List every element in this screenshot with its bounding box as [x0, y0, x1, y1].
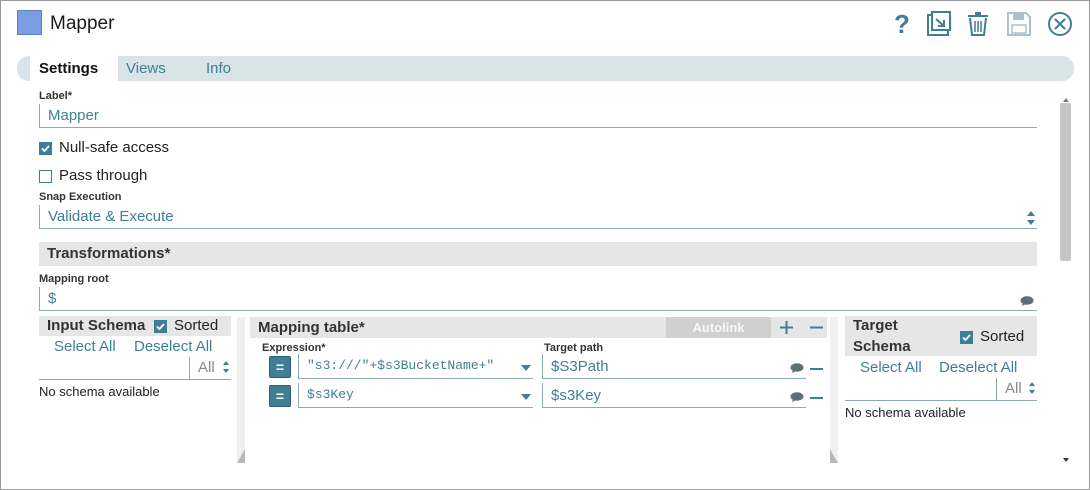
input-sorted-label: Sorted — [174, 317, 219, 334]
export-icon[interactable] — [925, 9, 953, 39]
input-select-all-link[interactable]: Select All — [54, 338, 116, 355]
label-input[interactable]: Mapper — [39, 104, 1037, 128]
expression-header: Expression* — [262, 342, 326, 354]
pass-through-label: Pass through — [59, 167, 148, 184]
add-row-icon[interactable] — [779, 317, 794, 342]
resize-corner-icon — [237, 449, 245, 468]
input-schema-empty: No schema available — [39, 384, 160, 399]
target-select-all-link[interactable]: Select All — [860, 359, 922, 376]
sort-arrows-icon — [1026, 210, 1036, 231]
target-schema-empty: No schema available — [845, 405, 966, 420]
mapper-snap-icon — [17, 10, 42, 35]
remove-all-icon[interactable] — [809, 317, 824, 342]
target-sorted-label: Sorted — [980, 328, 1025, 345]
autolink-button[interactable]: Autolink — [666, 317, 771, 338]
scroll-down-icon[interactable] — [1062, 450, 1070, 468]
transformations-header: Transformations* — [39, 242, 1037, 266]
close-icon[interactable] — [1046, 9, 1074, 39]
input-schema-filter[interactable]: All — [189, 357, 231, 380]
filter-arrows-icon — [1029, 382, 1035, 394]
label-field-title: Label* — [39, 90, 73, 102]
save-icon[interactable] — [1005, 9, 1033, 39]
mapping-root-title: Mapping root — [39, 273, 109, 285]
comment-icon[interactable] — [790, 389, 804, 407]
snap-execution-title: Snap Execution — [39, 191, 122, 203]
dialog-title: Mapper — [50, 13, 115, 34]
tab-info[interactable]: Info — [206, 56, 231, 81]
target-path-header: Target path — [544, 342, 604, 354]
right-splitter[interactable] — [830, 317, 838, 463]
input-filter-value: All — [198, 359, 215, 376]
help-icon[interactable]: ? — [887, 9, 915, 39]
target-path-input[interactable]: $S3Path — [542, 354, 806, 379]
resize-corner-icon — [830, 449, 838, 468]
target-schema-title-line2: Schema — [853, 338, 911, 355]
snap-execution-value: Validate & Execute — [48, 208, 174, 225]
target-schema-search[interactable] — [845, 378, 996, 401]
remove-row-icon[interactable] — [809, 390, 824, 408]
dropdown-arrow-icon[interactable] — [521, 394, 531, 400]
comment-icon[interactable] — [790, 360, 804, 378]
remove-row-icon[interactable] — [809, 361, 824, 379]
expression-input[interactable]: "s3:///"+$s3BucketName+" — [298, 354, 533, 379]
input-schema-title: Input Schema — [47, 317, 146, 334]
pass-through-checkbox[interactable] — [39, 170, 52, 183]
left-splitter[interactable] — [237, 317, 245, 463]
input-sorted-checkbox[interactable] — [154, 320, 167, 333]
expression-input[interactable]: $s3Key — [298, 383, 533, 408]
target-deselect-all-link[interactable]: Deselect All — [939, 359, 1017, 376]
filter-arrows-icon — [223, 361, 229, 373]
tab-settings[interactable]: Settings — [39, 56, 98, 81]
mapper-dialog: Mapper ? Settings Views Info Label* Mapp… — [0, 0, 1090, 490]
delete-icon[interactable] — [964, 9, 992, 39]
mapping-root-input[interactable]: $ — [39, 287, 1037, 311]
target-schema-filter[interactable]: All — [996, 378, 1037, 401]
tab-bar — [17, 56, 1074, 81]
target-path-input[interactable]: $s3Key — [542, 383, 806, 408]
target-schema-title-line1: Target — [853, 317, 898, 334]
mapping-table-title: Mapping table* — [258, 319, 365, 336]
snap-execution-select[interactable]: Validate & Execute — [39, 205, 1037, 229]
comment-icon[interactable] — [1020, 293, 1034, 311]
null-safe-checkbox[interactable] — [39, 142, 52, 155]
svg-text:?: ? — [894, 11, 910, 37]
null-safe-label: Null-safe access — [59, 139, 170, 156]
target-filter-value: All — [1005, 380, 1022, 397]
input-schema-search[interactable] — [39, 357, 189, 380]
expression-toggle-button[interactable]: = — [269, 356, 291, 378]
expression-toggle-button[interactable]: = — [269, 385, 291, 407]
target-sorted-checkbox[interactable] — [960, 331, 973, 344]
tab-views[interactable]: Views — [126, 56, 166, 81]
dropdown-arrow-icon[interactable] — [521, 365, 531, 371]
scrollbar-thumb[interactable] — [1060, 103, 1071, 261]
input-deselect-all-link[interactable]: Deselect All — [134, 338, 212, 355]
